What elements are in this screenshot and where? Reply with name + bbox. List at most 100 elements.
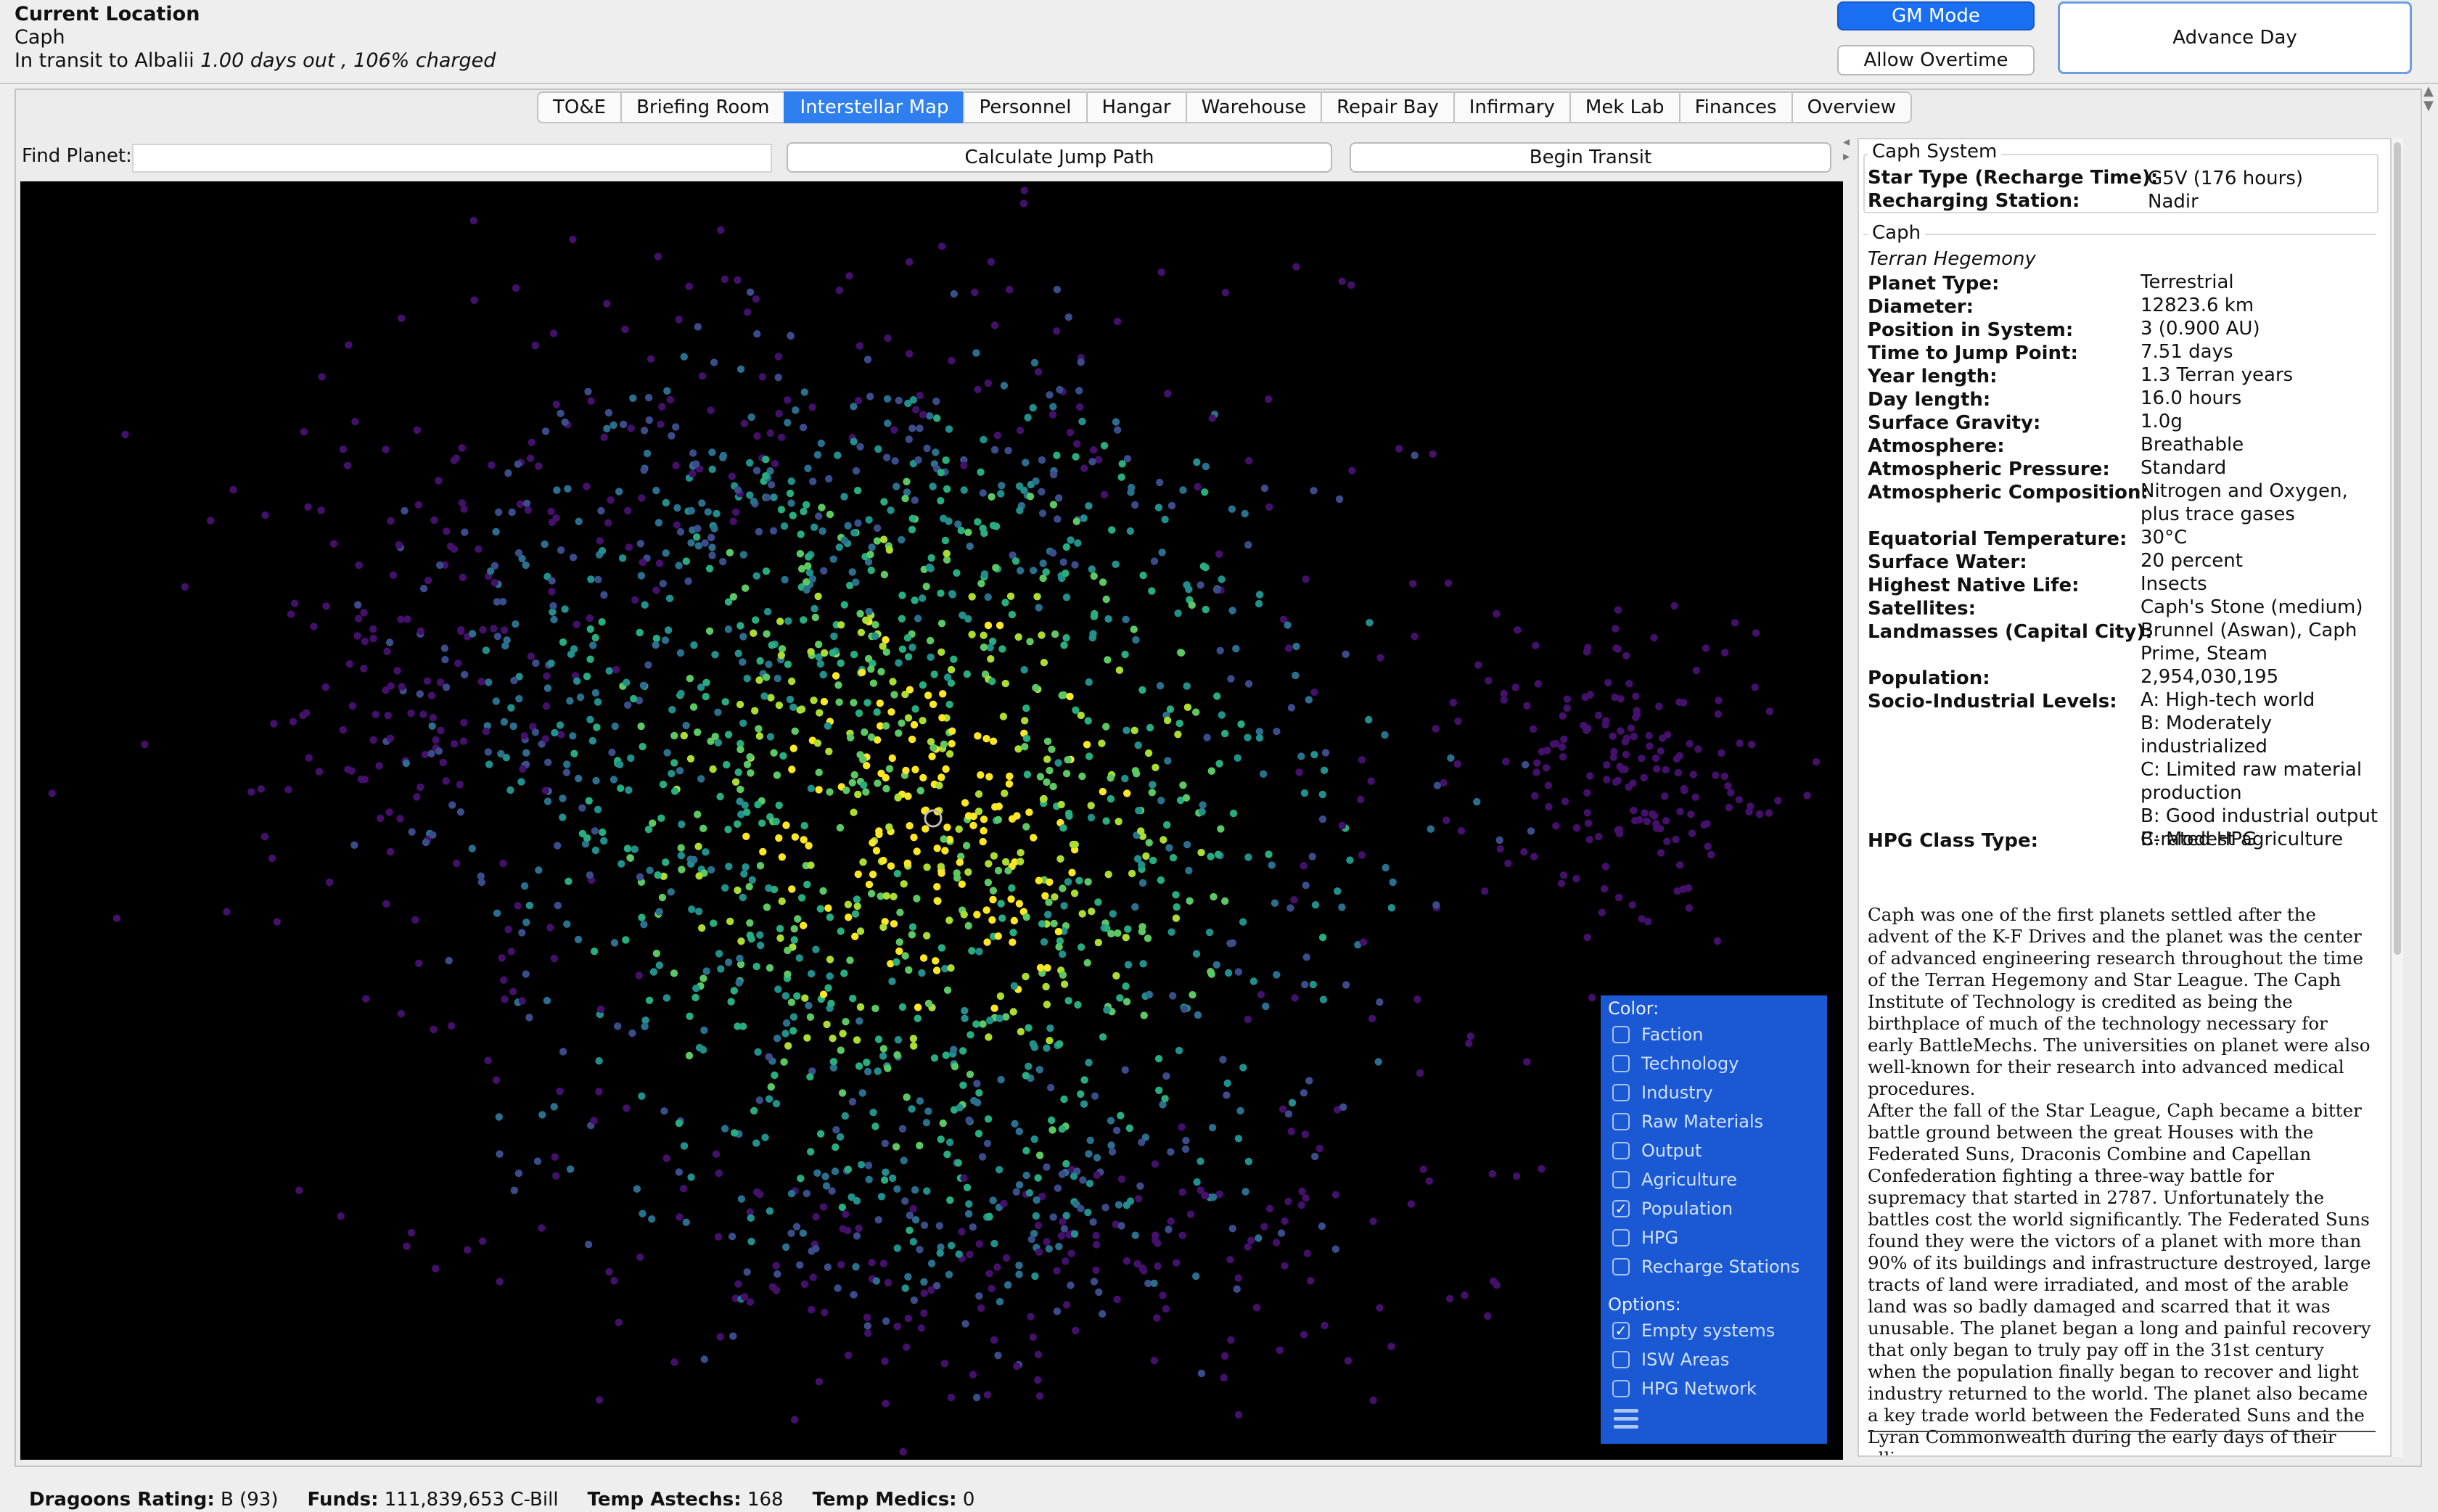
star-system[interactable]	[490, 625, 498, 633]
star-system[interactable]	[1112, 418, 1120, 426]
star-system[interactable]	[882, 1168, 890, 1176]
advance-day-button[interactable]: Advance Day	[2058, 1, 2412, 74]
star-system[interactable]	[1165, 844, 1173, 852]
star-system[interactable]	[636, 1253, 644, 1262]
star-system[interactable]	[1495, 836, 1503, 845]
star-system[interactable]	[1161, 515, 1169, 524]
star-system[interactable]	[922, 825, 929, 833]
star-system[interactable]	[1008, 884, 1016, 892]
star-system[interactable]	[711, 651, 719, 659]
star-system[interactable]	[804, 562, 812, 570]
star-system[interactable]	[1559, 712, 1567, 720]
star-system[interactable]	[913, 895, 921, 903]
star-system[interactable]	[851, 910, 860, 918]
star-system[interactable]	[1072, 706, 1080, 714]
star-system[interactable]	[611, 722, 619, 731]
star-system[interactable]	[448, 1022, 456, 1030]
star-system[interactable]	[872, 1277, 881, 1285]
star-system[interactable]	[1020, 666, 1028, 674]
star-system[interactable]	[908, 644, 916, 652]
star-system[interactable]	[561, 605, 569, 613]
star-system[interactable]	[770, 493, 778, 501]
star-system[interactable]	[445, 956, 453, 965]
star-system[interactable]	[867, 889, 876, 897]
star-system[interactable]	[980, 435, 988, 444]
star-system[interactable]	[520, 732, 528, 740]
star-system[interactable]	[901, 494, 909, 503]
star-system[interactable]	[719, 453, 727, 461]
star-system[interactable]	[756, 931, 764, 939]
star-system[interactable]	[1169, 854, 1178, 862]
star-system[interactable]	[1047, 1116, 1056, 1125]
star-system[interactable]	[877, 1193, 886, 1201]
star-system[interactable]	[1156, 682, 1165, 690]
star-system[interactable]	[1062, 1257, 1070, 1265]
star-system[interactable]	[377, 814, 385, 823]
star-system[interactable]	[821, 1308, 829, 1317]
star-system[interactable]	[1021, 717, 1029, 725]
star-system[interactable]	[1419, 1165, 1427, 1173]
star-system[interactable]	[1114, 929, 1122, 937]
star-system[interactable]	[754, 800, 762, 809]
star-system[interactable]	[968, 947, 976, 955]
star-system[interactable]	[1202, 462, 1210, 471]
star-system[interactable]	[754, 1048, 762, 1056]
star-system[interactable]	[960, 461, 968, 469]
star-system[interactable]	[980, 570, 989, 578]
star-system[interactable]	[775, 701, 784, 710]
star-system[interactable]	[819, 670, 827, 679]
star-system[interactable]	[1074, 1001, 1082, 1009]
star-system[interactable]	[1300, 862, 1308, 870]
star-system[interactable]	[1454, 717, 1462, 726]
star-system[interactable]	[766, 733, 775, 741]
star-system[interactable]	[895, 396, 903, 405]
star-system[interactable]	[1685, 904, 1693, 912]
star-system[interactable]	[1276, 1346, 1284, 1355]
star-system[interactable]	[1112, 1126, 1121, 1135]
star-system[interactable]	[1023, 771, 1032, 778]
star-system[interactable]	[1099, 1310, 1107, 1318]
star-system[interactable]	[1311, 901, 1320, 909]
star-system[interactable]	[910, 1042, 918, 1050]
star-system[interactable]	[1078, 417, 1086, 426]
star-system[interactable]	[459, 573, 467, 582]
star-system[interactable]	[1039, 574, 1047, 583]
star-system[interactable]	[1600, 884, 1609, 893]
star-system[interactable]	[1321, 1321, 1329, 1330]
star-system[interactable]	[860, 781, 868, 789]
star-system[interactable]	[1044, 911, 1052, 919]
star-system[interactable]	[1432, 725, 1440, 733]
star-system[interactable]	[747, 769, 755, 777]
star-system[interactable]	[942, 765, 950, 773]
star-system[interactable]	[1220, 1373, 1228, 1382]
star-system[interactable]	[744, 308, 752, 316]
star-system[interactable]	[621, 325, 629, 334]
star-system[interactable]	[1065, 812, 1073, 820]
star-system[interactable]	[961, 1006, 969, 1015]
star-system[interactable]	[372, 710, 379, 718]
star-system[interactable]	[661, 636, 670, 644]
star-system[interactable]	[789, 1013, 798, 1021]
star-system[interactable]	[994, 932, 1003, 940]
star-system[interactable]	[477, 872, 485, 880]
star-system[interactable]	[629, 394, 637, 402]
star-system[interactable]	[819, 1203, 828, 1211]
star-system[interactable]	[677, 689, 685, 698]
star-system[interactable]	[837, 1046, 845, 1054]
star-system[interactable]	[863, 1313, 871, 1321]
star-system[interactable]	[719, 557, 727, 566]
star-system[interactable]	[800, 616, 808, 624]
star-system[interactable]	[440, 644, 449, 652]
star-system[interactable]	[1024, 414, 1032, 422]
star-system[interactable]	[905, 435, 914, 443]
star-system[interactable]	[685, 1051, 694, 1060]
star-system[interactable]	[1185, 866, 1193, 875]
star-system[interactable]	[1077, 1090, 1085, 1098]
star-system[interactable]	[676, 767, 684, 775]
star-system[interactable]	[1531, 792, 1539, 800]
star-system[interactable]	[928, 752, 936, 760]
star-system[interactable]	[893, 1185, 901, 1193]
star-system[interactable]	[1215, 760, 1223, 768]
star-system[interactable]	[815, 1378, 824, 1386]
star-system[interactable]	[1252, 1304, 1261, 1312]
